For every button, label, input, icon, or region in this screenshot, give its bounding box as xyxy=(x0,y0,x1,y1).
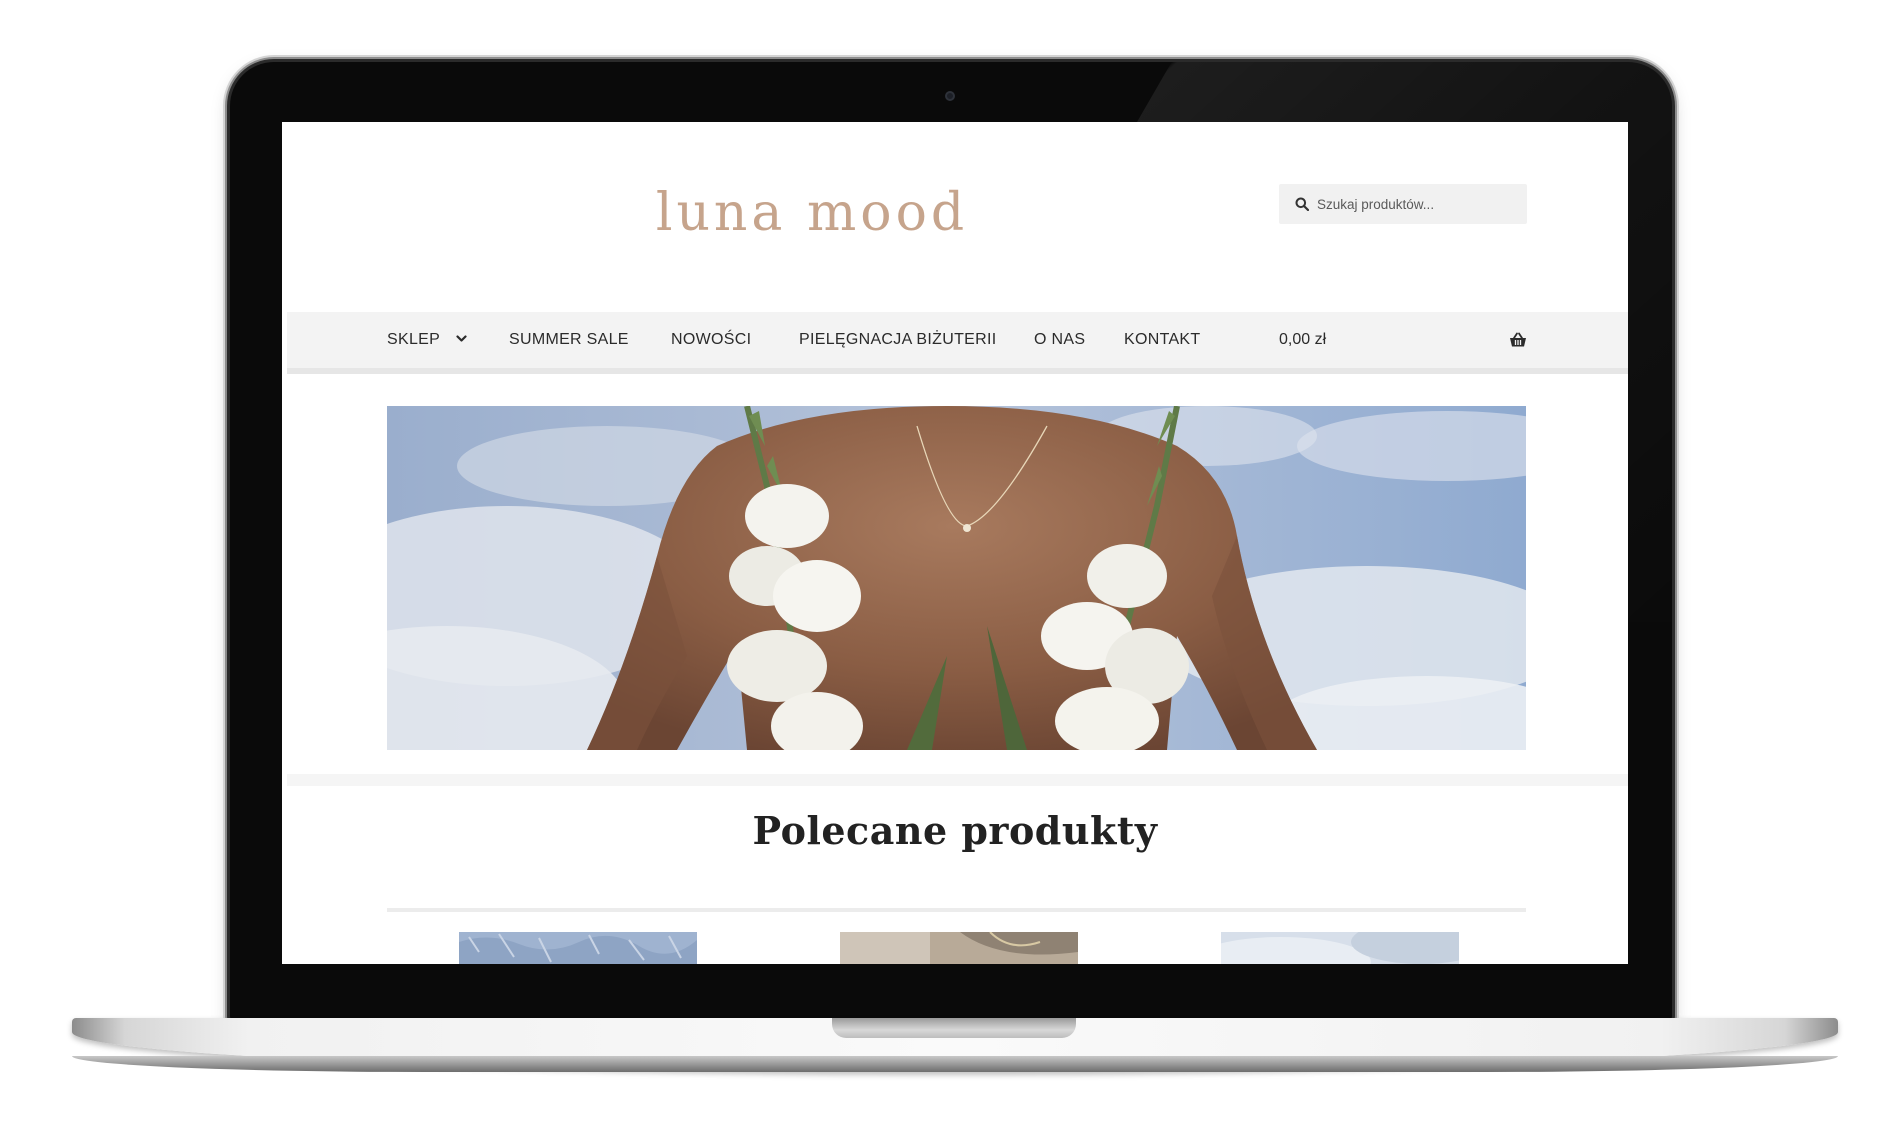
search-input[interactable] xyxy=(1317,196,1517,212)
title-underline xyxy=(387,908,1526,912)
product-thumbnail[interactable] xyxy=(1221,932,1459,964)
cart-total[interactable]: 0,00 zł xyxy=(1279,312,1326,368)
nav-item-summer-sale[interactable]: SUMMER SALE xyxy=(509,312,629,368)
primary-nav: SKLEP SUMMER SALE NOWOŚCI PIELĘGNACJA BI… xyxy=(287,312,1628,374)
product-thumbnail[interactable] xyxy=(840,932,1078,964)
section-divider xyxy=(287,774,1628,786)
nav-item-kontakt[interactable]: KONTAKT xyxy=(1124,312,1200,368)
laptop-notch xyxy=(832,1018,1076,1038)
nav-item-pielegnacja-bizuterii[interactable]: PIELĘGNACJA BIŻUTERII xyxy=(799,312,996,368)
chevron-down-icon[interactable] xyxy=(456,335,467,343)
hero-banner[interactable] xyxy=(387,406,1526,750)
search-icon xyxy=(1295,197,1309,211)
laptop-screen: luna mood SKLEP SUMMER SALE NOWOŚCI PIEL… xyxy=(282,122,1628,964)
site-header: luna mood xyxy=(282,122,1628,312)
featured-products-section: Polecane produkty xyxy=(294,786,1616,964)
hero-image xyxy=(387,406,1526,750)
camera-icon xyxy=(945,91,955,101)
laptop-lid: luna mood SKLEP SUMMER SALE NOWOŚCI PIEL… xyxy=(230,62,1672,1022)
search-box[interactable] xyxy=(1279,184,1527,224)
section-title: Polecane produkty xyxy=(752,808,1158,853)
product-image xyxy=(459,932,697,964)
site-logo[interactable]: luna mood xyxy=(652,178,972,248)
basket-icon[interactable] xyxy=(1509,332,1527,348)
product-thumbnail[interactable] xyxy=(459,932,697,964)
nav-item-nowosci[interactable]: NOWOŚCI xyxy=(671,312,751,368)
product-image xyxy=(1221,932,1459,964)
product-image xyxy=(840,932,1078,964)
nav-item-sklep[interactable]: SKLEP xyxy=(387,312,440,368)
nav-item-o-nas[interactable]: O NAS xyxy=(1034,312,1085,368)
